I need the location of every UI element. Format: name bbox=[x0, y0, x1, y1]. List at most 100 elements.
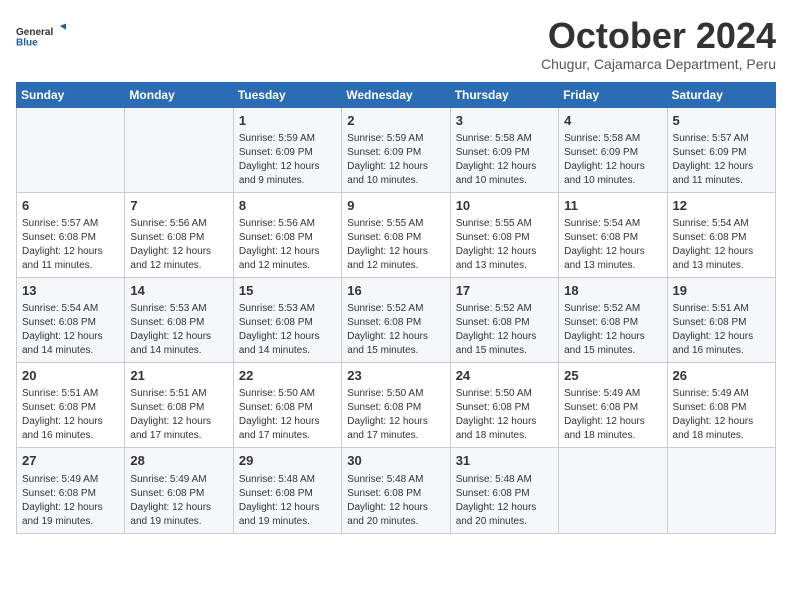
day-info: Sunrise: 5:52 AM Sunset: 6:08 PM Dayligh… bbox=[347, 302, 444, 358]
day-number: 25 bbox=[564, 367, 661, 385]
calendar-cell: 1 Sunrise: 5:59 AM Sunset: 6:09 PM Daylig… bbox=[233, 107, 341, 192]
day-info: Sunrise: 5:52 AM Sunset: 6:08 PM Dayligh… bbox=[564, 302, 661, 358]
calendar-cell: 21 Sunrise: 5:51 AM Sunset: 6:08 PM Dayli… bbox=[125, 363, 233, 448]
day-number: 31 bbox=[456, 452, 553, 470]
day-number: 13 bbox=[22, 282, 119, 300]
day-info: Sunrise: 5:53 AM Sunset: 6:08 PM Dayligh… bbox=[239, 302, 336, 358]
day-info: Sunrise: 5:58 AM Sunset: 6:09 PM Dayligh… bbox=[456, 132, 553, 188]
calendar-cell: 24 Sunrise: 5:50 AM Sunset: 6:08 PM Dayli… bbox=[450, 363, 558, 448]
day-info: Sunrise: 5:53 AM Sunset: 6:08 PM Dayligh… bbox=[130, 302, 227, 358]
header-friday: Friday bbox=[559, 82, 667, 107]
day-info: Sunrise: 5:49 AM Sunset: 6:08 PM Dayligh… bbox=[130, 473, 227, 529]
header-monday: Monday bbox=[125, 82, 233, 107]
calendar-cell: 30Sunrise: 5:48 AM Sunset: 6:08 PM Dayli… bbox=[342, 448, 450, 533]
day-number: 22 bbox=[239, 367, 336, 385]
day-number: 16 bbox=[347, 282, 444, 300]
day-info: Sunrise: 5:58 AM Sunset: 6:09 PM Dayligh… bbox=[564, 132, 661, 188]
day-info: Sunrise: 5:49 AM Sunset: 6:08 PM Dayligh… bbox=[564, 387, 661, 443]
day-number: 3 bbox=[456, 112, 553, 130]
day-number: 21 bbox=[130, 367, 227, 385]
week-row-3: 13 Sunrise: 5:54 AM Sunset: 6:08 PM Dayli… bbox=[17, 277, 776, 362]
day-number: 4 bbox=[564, 112, 661, 130]
calendar-cell bbox=[559, 448, 667, 533]
header-tuesday: Tuesday bbox=[233, 82, 341, 107]
calendar-cell: 5Sunrise: 5:57 AM Sunset: 6:09 PM Daylig… bbox=[667, 107, 775, 192]
calendar-cell: 2 Sunrise: 5:59 AM Sunset: 6:09 PM Daylig… bbox=[342, 107, 450, 192]
day-number: 8 bbox=[239, 197, 336, 215]
day-info: Sunrise: 5:56 AM Sunset: 6:08 PM Dayligh… bbox=[239, 217, 336, 273]
day-info: Sunrise: 5:57 AM Sunset: 6:08 PM Dayligh… bbox=[22, 217, 119, 273]
calendar-cell: 11 Sunrise: 5:54 AM Sunset: 6:08 PM Dayli… bbox=[559, 192, 667, 277]
day-number: 2 bbox=[347, 112, 444, 130]
calendar-cell: 26 Sunrise: 5:49 AM Sunset: 6:08 PM Dayli… bbox=[667, 363, 775, 448]
calendar-cell: 14 Sunrise: 5:53 AM Sunset: 6:08 PM Dayli… bbox=[125, 277, 233, 362]
day-number: 30 bbox=[347, 452, 444, 470]
header-sunday: Sunday bbox=[17, 82, 125, 107]
day-info: Sunrise: 5:51 AM Sunset: 6:08 PM Dayligh… bbox=[673, 302, 770, 358]
day-number: 26 bbox=[673, 367, 770, 385]
calendar-cell: 20 Sunrise: 5:51 AM Sunset: 6:08 PM Dayli… bbox=[17, 363, 125, 448]
day-info: Sunrise: 5:48 AM Sunset: 6:08 PM Dayligh… bbox=[239, 473, 336, 529]
calendar-cell: 10Sunrise: 5:55 AM Sunset: 6:08 PM Dayli… bbox=[450, 192, 558, 277]
calendar-cell: 8 Sunrise: 5:56 AM Sunset: 6:08 PM Daylig… bbox=[233, 192, 341, 277]
month-title: October 2024 bbox=[541, 16, 776, 56]
day-info: Sunrise: 5:55 AM Sunset: 6:08 PM Dayligh… bbox=[347, 217, 444, 273]
day-number: 6 bbox=[22, 197, 119, 215]
day-info: Sunrise: 5:49 AM Sunset: 6:08 PM Dayligh… bbox=[673, 387, 770, 443]
day-number: 17 bbox=[456, 282, 553, 300]
calendar-cell: 3 Sunrise: 5:58 AM Sunset: 6:09 PM Daylig… bbox=[450, 107, 558, 192]
day-number: 1 bbox=[239, 112, 336, 130]
day-info: Sunrise: 5:50 AM Sunset: 6:08 PM Dayligh… bbox=[239, 387, 336, 443]
calendar-cell: 12Sunrise: 5:54 AM Sunset: 6:08 PM Dayli… bbox=[667, 192, 775, 277]
header-thursday: Thursday bbox=[450, 82, 558, 107]
weekday-header-row: SundayMondayTuesdayWednesdayThursdayFrid… bbox=[17, 82, 776, 107]
day-info: Sunrise: 5:51 AM Sunset: 6:08 PM Dayligh… bbox=[130, 387, 227, 443]
week-row-4: 20 Sunrise: 5:51 AM Sunset: 6:08 PM Dayli… bbox=[17, 363, 776, 448]
day-info: Sunrise: 5:49 AM Sunset: 6:08 PM Dayligh… bbox=[22, 473, 119, 529]
calendar-cell: 15 Sunrise: 5:53 AM Sunset: 6:08 PM Dayli… bbox=[233, 277, 341, 362]
calendar-cell bbox=[667, 448, 775, 533]
calendar-cell: 19Sunrise: 5:51 AM Sunset: 6:08 PM Dayli… bbox=[667, 277, 775, 362]
day-number: 28 bbox=[130, 452, 227, 470]
week-row-5: 27 Sunrise: 5:49 AM Sunset: 6:08 PM Dayli… bbox=[17, 448, 776, 533]
page-header: General Blue October 2024 Chugur, Cajama… bbox=[16, 16, 776, 72]
calendar-cell: 31 Sunrise: 5:48 AM Sunset: 6:08 PM Dayli… bbox=[450, 448, 558, 533]
day-number: 24 bbox=[456, 367, 553, 385]
week-row-2: 6 Sunrise: 5:57 AM Sunset: 6:08 PM Daylig… bbox=[17, 192, 776, 277]
day-number: 7 bbox=[130, 197, 227, 215]
location: Chugur, Cajamarca Department, Peru bbox=[541, 56, 776, 72]
day-number: 20 bbox=[22, 367, 119, 385]
day-number: 14 bbox=[130, 282, 227, 300]
day-info: Sunrise: 5:54 AM Sunset: 6:08 PM Dayligh… bbox=[22, 302, 119, 358]
day-number: 12 bbox=[673, 197, 770, 215]
day-number: 23 bbox=[347, 367, 444, 385]
calendar-cell bbox=[125, 107, 233, 192]
day-info: Sunrise: 5:59 AM Sunset: 6:09 PM Dayligh… bbox=[347, 132, 444, 188]
day-number: 18 bbox=[564, 282, 661, 300]
day-number: 9 bbox=[347, 197, 444, 215]
calendar-cell: 22 Sunrise: 5:50 AM Sunset: 6:08 PM Dayli… bbox=[233, 363, 341, 448]
day-info: Sunrise: 5:51 AM Sunset: 6:08 PM Dayligh… bbox=[22, 387, 119, 443]
day-number: 15 bbox=[239, 282, 336, 300]
calendar-cell: 17Sunrise: 5:52 AM Sunset: 6:08 PM Dayli… bbox=[450, 277, 558, 362]
calendar-cell bbox=[17, 107, 125, 192]
day-info: Sunrise: 5:48 AM Sunset: 6:08 PM Dayligh… bbox=[456, 473, 553, 529]
calendar-cell: 7 Sunrise: 5:56 AM Sunset: 6:08 PM Daylig… bbox=[125, 192, 233, 277]
calendar-cell: 6 Sunrise: 5:57 AM Sunset: 6:08 PM Daylig… bbox=[17, 192, 125, 277]
week-row-1: 1 Sunrise: 5:59 AM Sunset: 6:09 PM Daylig… bbox=[17, 107, 776, 192]
calendar-cell: 9 Sunrise: 5:55 AM Sunset: 6:08 PM Daylig… bbox=[342, 192, 450, 277]
day-number: 27 bbox=[22, 452, 119, 470]
calendar-cell: 18 Sunrise: 5:52 AM Sunset: 6:08 PM Dayli… bbox=[559, 277, 667, 362]
day-number: 10 bbox=[456, 197, 553, 215]
day-info: Sunrise: 5:50 AM Sunset: 6:08 PM Dayligh… bbox=[456, 387, 553, 443]
day-number: 11 bbox=[564, 197, 661, 215]
title-block: October 2024 Chugur, Cajamarca Departmen… bbox=[541, 16, 776, 72]
calendar-cell: 13 Sunrise: 5:54 AM Sunset: 6:08 PM Dayli… bbox=[17, 277, 125, 362]
day-info: Sunrise: 5:56 AM Sunset: 6:08 PM Dayligh… bbox=[130, 217, 227, 273]
day-info: Sunrise: 5:54 AM Sunset: 6:08 PM Dayligh… bbox=[564, 217, 661, 273]
calendar-cell: 27 Sunrise: 5:49 AM Sunset: 6:08 PM Dayli… bbox=[17, 448, 125, 533]
svg-text:Blue: Blue bbox=[16, 37, 38, 48]
header-wednesday: Wednesday bbox=[342, 82, 450, 107]
calendar-cell: 29Sunrise: 5:48 AM Sunset: 6:08 PM Dayli… bbox=[233, 448, 341, 533]
day-info: Sunrise: 5:59 AM Sunset: 6:09 PM Dayligh… bbox=[239, 132, 336, 188]
